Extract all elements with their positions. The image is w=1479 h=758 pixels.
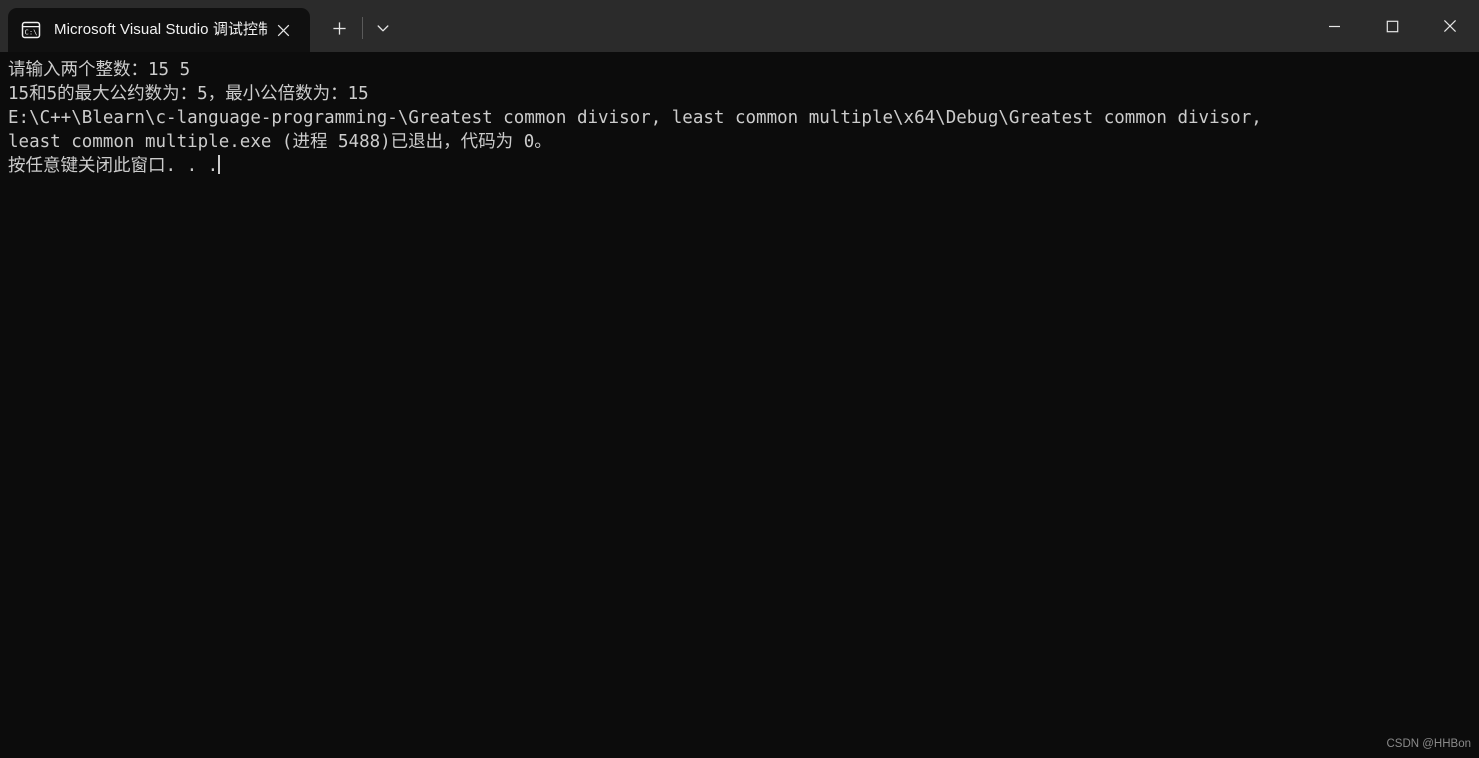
tab-title: Microsoft Visual Studio 调试控制台 xyxy=(54,21,268,38)
console-line-prompt: 按任意键关闭此窗口. . . xyxy=(8,154,1479,178)
tab-dropdown-button[interactable] xyxy=(366,12,400,44)
svg-text:C:\: C:\ xyxy=(25,28,38,37)
tab-strip: C:\ Microsoft Visual Studio 调试控制台 xyxy=(0,0,400,52)
plus-icon xyxy=(332,21,346,35)
minimize-icon xyxy=(1328,25,1340,27)
console-line: E:\C++\Blearn\c-language-programming-\Gr… xyxy=(8,108,1262,128)
window-close-button[interactable] xyxy=(1421,0,1479,52)
console-cmd-icon: C:\ xyxy=(20,19,42,41)
tab-debug-console[interactable]: C:\ Microsoft Visual Studio 调试控制台 xyxy=(8,8,310,52)
titlebar-drag-region xyxy=(400,0,1305,52)
tab-actions xyxy=(310,6,400,52)
text-cursor xyxy=(218,155,221,174)
minimize-button[interactable] xyxy=(1305,0,1363,52)
close-icon xyxy=(1443,19,1457,33)
watermark: CSDN @HHBon xyxy=(1386,738,1471,750)
console-line: 请输入两个整数：15 5 xyxy=(8,60,191,80)
close-icon xyxy=(277,24,289,36)
console-line-text: 按任意键关闭此窗口. . . xyxy=(8,156,219,176)
window-controls xyxy=(1305,0,1479,52)
tab-close-button[interactable] xyxy=(268,15,298,45)
tab-actions-separator xyxy=(362,17,363,39)
maximize-icon xyxy=(1386,20,1398,32)
new-tab-button[interactable] xyxy=(322,12,356,44)
chevron-down-icon xyxy=(377,25,389,32)
title-bar: C:\ Microsoft Visual Studio 调试控制台 xyxy=(0,0,1479,52)
console-output-area[interactable]: 请输入两个整数：15 5 15和5的最大公约数为：5，最小公倍数为：15 E:\… xyxy=(0,52,1479,758)
console-line: least common multiple.exe (进程 5488)已退出，代… xyxy=(8,132,552,152)
console-line: 15和5的最大公约数为：5，最小公倍数为：15 xyxy=(8,84,369,104)
maximize-button[interactable] xyxy=(1363,0,1421,52)
